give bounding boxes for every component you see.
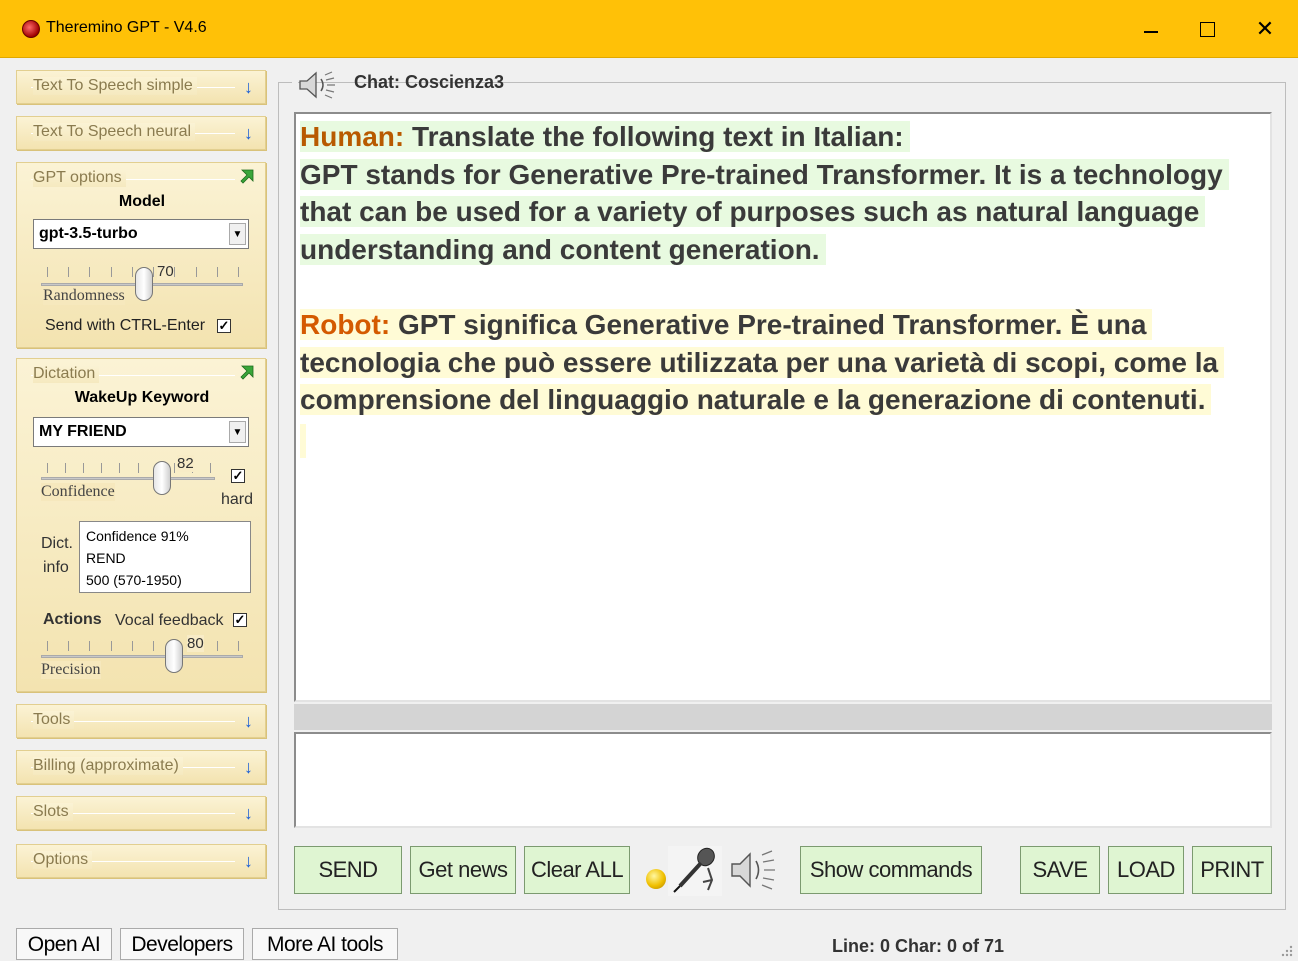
model-select[interactable]: gpt-3.5-turbo ▼ xyxy=(33,219,249,249)
panel-tts-neural[interactable]: Text To Speech neural ↓ xyxy=(16,116,266,150)
speaker-icon[interactable] xyxy=(294,70,346,100)
open-ai-button[interactable]: Open AI xyxy=(16,928,112,960)
maximize-icon[interactable] xyxy=(1192,14,1222,44)
message-line: GPT stands for Generative Pre-trained Tr… xyxy=(300,158,1229,190)
vocal-feedback-label: Vocal feedback xyxy=(115,612,224,629)
status-bar-text: Line: 0 Char: 0 of 71 xyxy=(832,936,1005,956)
info-label: info xyxy=(43,559,69,576)
message-line: GPT significa Generative Pre-trained Tra… xyxy=(397,309,1147,340)
panel-billing[interactable]: Billing (approximate) ↓ xyxy=(16,750,266,784)
model-value: gpt-3.5-turbo xyxy=(39,225,138,242)
text-cursor xyxy=(300,424,306,458)
dict-info-box: Confidence 91% REND 500 (570-1950) xyxy=(79,521,251,593)
info-line: Confidence 91% xyxy=(86,528,189,544)
randomness-value: 70 xyxy=(157,263,174,280)
message-input[interactable] xyxy=(294,732,1272,828)
precision-value: 80 xyxy=(187,635,204,652)
chat-header: Chat: Coscienza3 xyxy=(292,68,504,100)
wakeup-select[interactable]: MY FRIEND ▼ xyxy=(33,417,249,447)
chevron-down-icon[interactable]: ▼ xyxy=(229,421,246,443)
clear-all-button[interactable]: Clear ALL xyxy=(524,846,630,894)
panel-gpt-options: GPT options Model gpt-3.5-turbo ▼ 70 Ran… xyxy=(16,162,266,348)
save-button[interactable]: SAVE xyxy=(1020,846,1100,894)
expand-arrow-icon[interactable]: ↓ xyxy=(244,711,253,732)
speaker-icon[interactable] xyxy=(728,848,786,892)
confidence-label: Confidence xyxy=(41,483,115,501)
resize-grip-icon[interactable] xyxy=(1280,944,1294,958)
precision-slider-thumb[interactable] xyxy=(165,639,183,673)
wakeup-label: WakeUp Keyword xyxy=(74,389,210,406)
expand-arrow-icon[interactable]: ↓ xyxy=(244,77,253,98)
message-line: comprensione del linguaggio naturale e l… xyxy=(300,384,1212,415)
info-line: REND xyxy=(86,550,126,566)
microphone-icon[interactable] xyxy=(668,846,722,896)
slider-ticks xyxy=(47,641,239,651)
panel-title: Billing (approximate) xyxy=(33,757,183,775)
precision-slider[interactable] xyxy=(41,655,243,658)
model-label: Model xyxy=(118,193,166,210)
panel-dictation: Dictation WakeUp Keyword MY FRIEND ▼ 82 … xyxy=(16,358,266,692)
panel-title: Options xyxy=(33,851,93,869)
print-button[interactable]: PRINT xyxy=(1192,846,1272,894)
confidence-value: 82 xyxy=(177,455,194,472)
robot-message: Robot: GPT significa Generative Pre-trai… xyxy=(300,306,1225,419)
app-icon xyxy=(22,20,40,38)
more-ai-tools-button[interactable]: More AI tools xyxy=(252,928,398,960)
message-line: tecnologia che può essere utilizzata per… xyxy=(300,346,1225,378)
info-line: 500 (570-1950) xyxy=(86,572,182,588)
chat-transcript[interactable]: Human: Translate the following text in I… xyxy=(294,112,1272,702)
panel-title: Dictation xyxy=(33,365,100,383)
vocal-feedback-checkbox[interactable]: ✓ xyxy=(233,613,247,627)
window-title: Theremino GPT - V4.6 xyxy=(46,19,207,36)
human-message: Human: Translate the following text in I… xyxy=(300,118,1229,268)
show-commands-button[interactable]: Show commands xyxy=(800,846,982,894)
panel-tools[interactable]: Tools ↓ xyxy=(16,704,266,738)
developers-button[interactable]: Developers xyxy=(120,928,244,960)
panel-title: Slots xyxy=(33,803,73,821)
dict-label: Dict. xyxy=(41,535,73,552)
minimize-icon[interactable] xyxy=(1136,14,1166,44)
expand-arrow-icon[interactable]: ↓ xyxy=(244,851,253,872)
actions-label: Actions xyxy=(43,611,102,628)
randomness-slider-thumb[interactable] xyxy=(135,267,153,301)
send-ctrl-checkbox[interactable]: ✓ xyxy=(217,319,231,333)
hard-checkbox[interactable]: ✓ xyxy=(231,469,245,483)
human-label: Human: xyxy=(300,121,405,152)
expand-arrow-icon[interactable]: ↓ xyxy=(244,123,253,144)
collapse-arrow-icon[interactable] xyxy=(239,167,255,185)
chat-title: Chat: Coscienza3 xyxy=(354,72,505,92)
status-led-icon xyxy=(646,869,666,889)
chevron-down-icon[interactable]: ▼ xyxy=(229,223,246,245)
get-news-button[interactable]: Get news xyxy=(410,846,516,894)
panel-tts-simple[interactable]: Text To Speech simple ↓ xyxy=(16,70,266,104)
panel-options[interactable]: Options ↓ xyxy=(16,844,266,878)
message-line: Translate the following text in Italian: xyxy=(412,121,904,152)
randomness-label: Randomness xyxy=(43,287,125,305)
panel-title: Text To Speech simple xyxy=(33,77,197,95)
panel-title: GPT options xyxy=(33,169,126,187)
panel-title: Text To Speech neural xyxy=(33,123,196,141)
confidence-slider-thumb[interactable] xyxy=(153,461,171,495)
close-icon[interactable]: ✕ xyxy=(1250,14,1280,44)
expand-arrow-icon[interactable]: ↓ xyxy=(244,757,253,778)
splitter-bar[interactable] xyxy=(294,704,1272,730)
send-button[interactable]: SEND xyxy=(294,846,402,894)
robot-label: Robot: xyxy=(300,309,391,340)
precision-label: Precision xyxy=(41,661,101,679)
collapse-arrow-icon[interactable] xyxy=(239,363,255,381)
panel-title: Tools xyxy=(33,711,75,729)
hard-label: hard xyxy=(221,491,254,508)
expand-arrow-icon[interactable]: ↓ xyxy=(244,803,253,824)
title-bar: Theremino GPT - V4.6 ✕ xyxy=(0,0,1298,58)
message-line: understanding and content generation. xyxy=(300,233,826,265)
send-ctrl-label: Send with CTRL-Enter xyxy=(45,317,206,334)
wakeup-value: MY FRIEND xyxy=(39,423,127,440)
message-line: that can be used for a variety of purpos… xyxy=(300,196,1206,227)
load-button[interactable]: LOAD xyxy=(1108,846,1184,894)
panel-slots[interactable]: Slots ↓ xyxy=(16,796,266,830)
confidence-slider[interactable] xyxy=(41,477,215,480)
